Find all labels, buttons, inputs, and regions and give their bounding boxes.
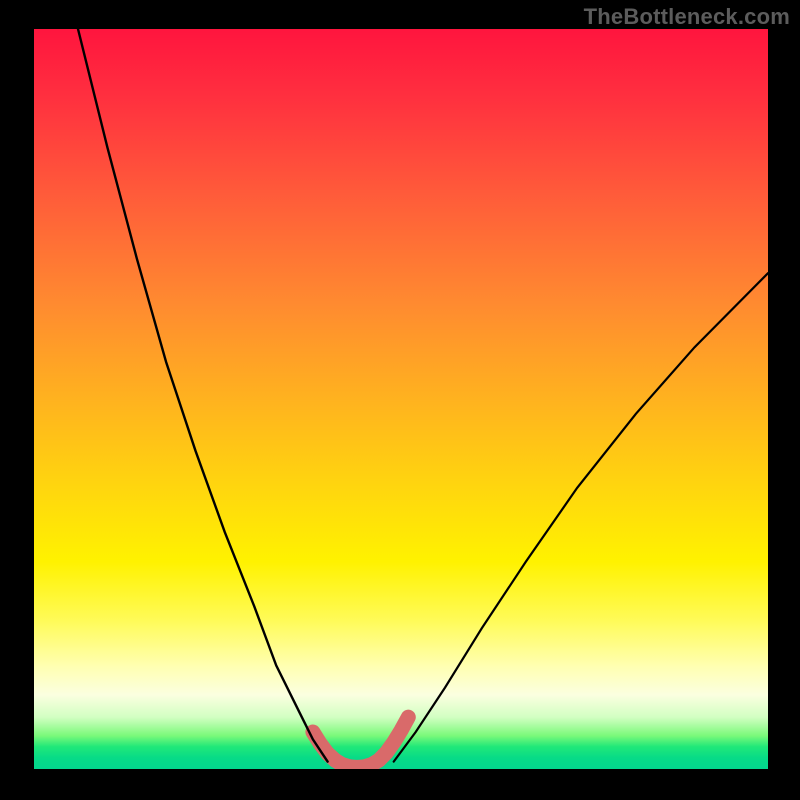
right-curve-line [394, 273, 768, 761]
curves-layer [34, 29, 768, 769]
left-curve-line [78, 29, 328, 762]
chart-frame: TheBottleneck.com [0, 0, 800, 800]
plot-area [34, 29, 768, 769]
watermark-text: TheBottleneck.com [584, 4, 790, 30]
